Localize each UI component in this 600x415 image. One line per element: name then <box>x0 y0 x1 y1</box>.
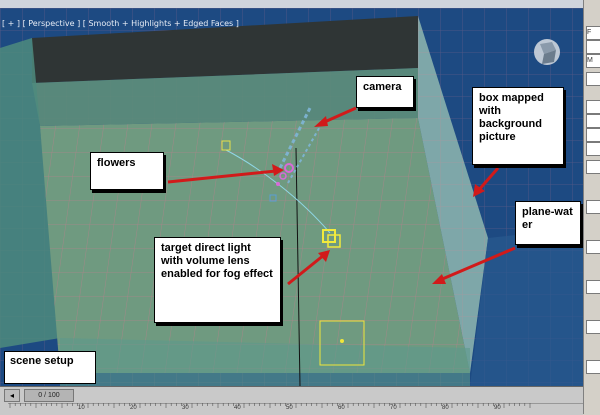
scene-render <box>0 8 583 386</box>
callout-box: box mapped with background picture <box>472 87 564 165</box>
timeline[interactable]: ◂ 0 / 100 10 20 30 40 50 60 70 80 90 <box>0 386 583 415</box>
tick-label: 10 <box>78 405 85 411</box>
panel-field-9[interactable] <box>586 160 600 174</box>
panel-field-11[interactable] <box>586 240 600 254</box>
panel-field-3[interactable]: M <box>586 54 600 68</box>
command-panel-edge[interactable]: F M <box>583 0 600 414</box>
frame-ruler[interactable]: 10 20 30 40 50 60 70 80 90 <box>8 403 583 415</box>
panel-field-5[interactable] <box>586 100 600 114</box>
callout-camera: camera <box>356 76 414 108</box>
tick-label: 50 <box>286 405 293 411</box>
scene-setup-label: scene setup <box>4 351 96 384</box>
panel-field-8[interactable] <box>586 142 600 156</box>
time-slider[interactable]: 0 / 100 <box>24 389 74 402</box>
callout-light: target direct light with volume lens ena… <box>154 237 281 323</box>
panel-field-14[interactable] <box>586 360 600 374</box>
panel-field-1[interactable]: F <box>586 26 600 40</box>
viewcube-icon <box>534 39 560 65</box>
tick-label: 90 <box>494 405 501 411</box>
panel-field-7[interactable] <box>586 128 600 142</box>
panel-field-13[interactable] <box>586 320 600 334</box>
tick-label: 70 <box>390 405 397 411</box>
panel-field-6[interactable] <box>586 114 600 128</box>
panel-field-2[interactable] <box>586 40 600 54</box>
top-toolbar-strip <box>0 0 600 8</box>
perspective-viewport[interactable]: [ + ] [ Perspective ] [ Smooth + Highlig… <box>0 8 583 386</box>
callout-plane-water: plane-water <box>515 201 581 245</box>
tick-label: 80 <box>442 405 449 411</box>
tick-label: 60 <box>338 405 345 411</box>
viewport-label[interactable]: [ + ] [ Perspective ] [ Smooth + Highlig… <box>2 19 239 28</box>
panel-field-4[interactable] <box>586 72 600 86</box>
panel-field-10[interactable] <box>586 200 600 214</box>
callout-flowers: flowers <box>90 152 164 190</box>
tick-label: 40 <box>234 405 241 411</box>
timeline-back-icon[interactable]: ◂ <box>4 389 20 402</box>
panel-field-12[interactable] <box>586 280 600 294</box>
tick-label: 30 <box>182 405 189 411</box>
tick-label: 20 <box>130 405 137 411</box>
